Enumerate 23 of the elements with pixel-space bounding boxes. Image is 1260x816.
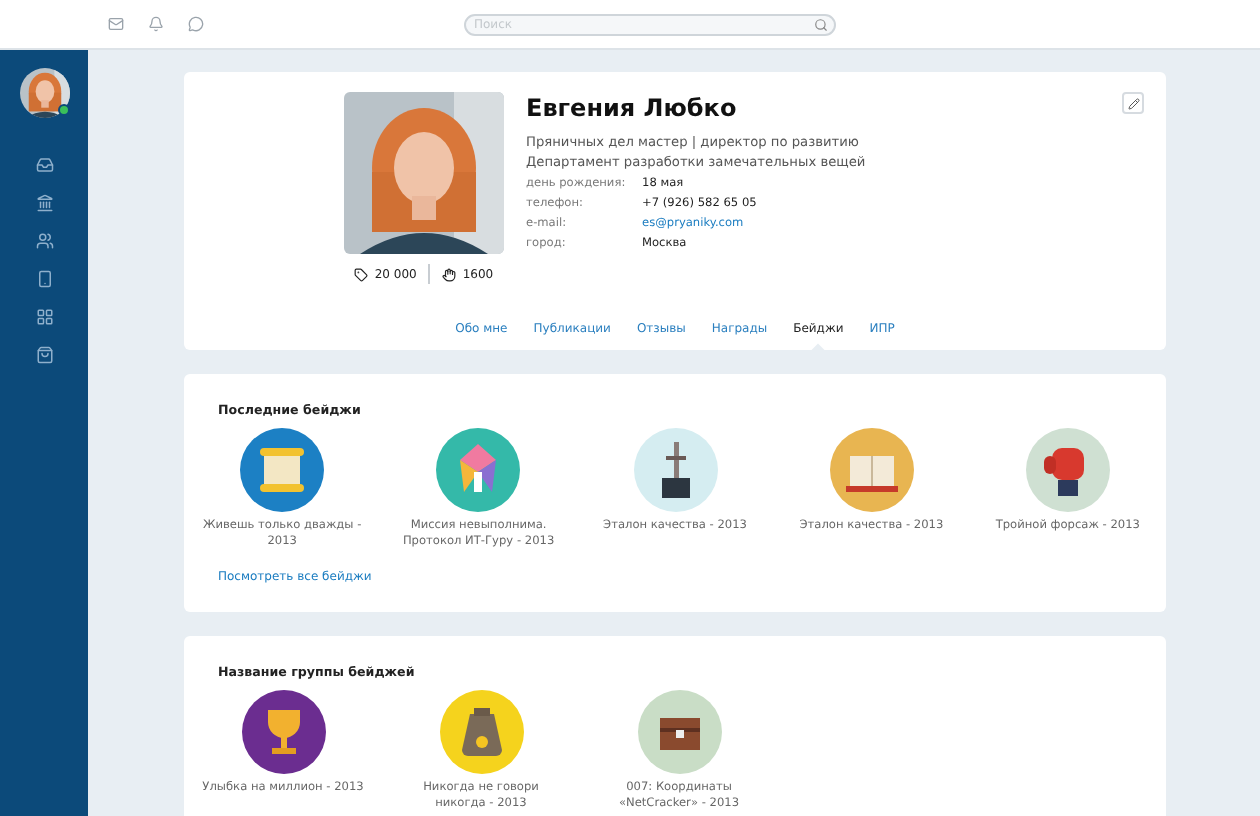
mail-icon[interactable] bbox=[108, 16, 124, 32]
user-name: Евгения Любко bbox=[526, 94, 739, 122]
tag-icon bbox=[354, 267, 369, 281]
glove-badge-icon[interactable] bbox=[1025, 428, 1110, 512]
inbox-icon[interactable] bbox=[35, 156, 53, 174]
bell-icon[interactable] bbox=[148, 16, 164, 32]
bank-icon[interactable] bbox=[35, 194, 53, 212]
book-badge-icon[interactable] bbox=[829, 428, 914, 512]
chest-badge-icon[interactable] bbox=[637, 690, 721, 774]
chat-icon[interactable] bbox=[188, 16, 204, 32]
sword-badge-icon[interactable] bbox=[633, 428, 717, 512]
edit-button[interactable] bbox=[1122, 92, 1144, 114]
hand-icon bbox=[442, 267, 457, 281]
trophy-badge-icon[interactable] bbox=[241, 690, 325, 774]
bag-badge-icon[interactable] bbox=[439, 690, 523, 774]
puzzle-badge-icon[interactable] bbox=[436, 428, 521, 512]
bag-icon[interactable] bbox=[35, 346, 53, 364]
search-icon[interactable] bbox=[814, 17, 828, 31]
pencil-icon bbox=[1127, 97, 1139, 109]
grid-icon[interactable] bbox=[35, 308, 53, 326]
scroll-badge-icon[interactable] bbox=[240, 428, 325, 512]
phone-icon[interactable] bbox=[35, 270, 53, 288]
users-icon[interactable] bbox=[35, 232, 53, 250]
